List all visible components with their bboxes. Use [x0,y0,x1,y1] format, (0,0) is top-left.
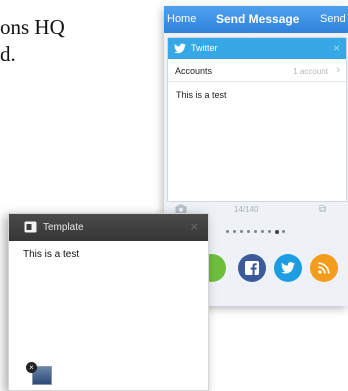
accounts-row[interactable]: Accounts 1 account › [168,59,346,82]
template-screen: Template × This is a test × [8,213,209,391]
copy-icon[interactable]: ⧉ [319,204,326,215]
page-dot [247,230,250,233]
template-message-text[interactable]: This is a test [23,249,79,260]
chevron-right-icon: › [336,64,340,76]
attachment-thumbnail[interactable]: × [26,362,52,385]
page-title: Send Message [216,12,300,26]
background-text-line-2: d. [0,42,16,66]
rss-button[interactable] [310,254,338,282]
accounts-value: 1 account [293,67,328,76]
accounts-label: Accounts [175,66,213,76]
template-header: Template × [9,214,208,241]
message-text[interactable]: This is a test [176,90,227,100]
page-dot [233,230,236,233]
page-dot [275,229,279,234]
facebook-icon [245,261,259,275]
twitter-icon [281,262,295,274]
page-dot [282,230,285,233]
send-button[interactable]: Send [320,13,346,25]
page-dot [268,230,271,233]
close-icon[interactable]: × [333,41,340,55]
template-title: Template [43,222,84,233]
delete-icon[interactable]: × [26,362,37,373]
page-dot [254,230,257,233]
page-dot [240,230,243,233]
twitter-card-header: Twitter × [168,38,346,59]
close-icon[interactable]: × [190,219,198,234]
home-button[interactable]: Home [167,13,196,25]
rss-icon [318,262,330,274]
facebook-button[interactable] [238,254,266,282]
service-label: Twitter [191,43,218,53]
background-text: ons HQ d. [0,14,65,68]
twitter-compose-card: Twitter × Accounts 1 account › This is a… [167,37,347,202]
navigation-bar: Home Send Message Send [164,6,348,33]
template-icon [24,221,37,233]
page-dot [261,230,264,233]
background-text-line-1: ons HQ [0,15,65,39]
twitter-share-button[interactable] [274,254,302,282]
character-count: 14/140 [234,205,259,214]
page-dot [226,230,229,233]
twitter-icon [174,43,186,54]
